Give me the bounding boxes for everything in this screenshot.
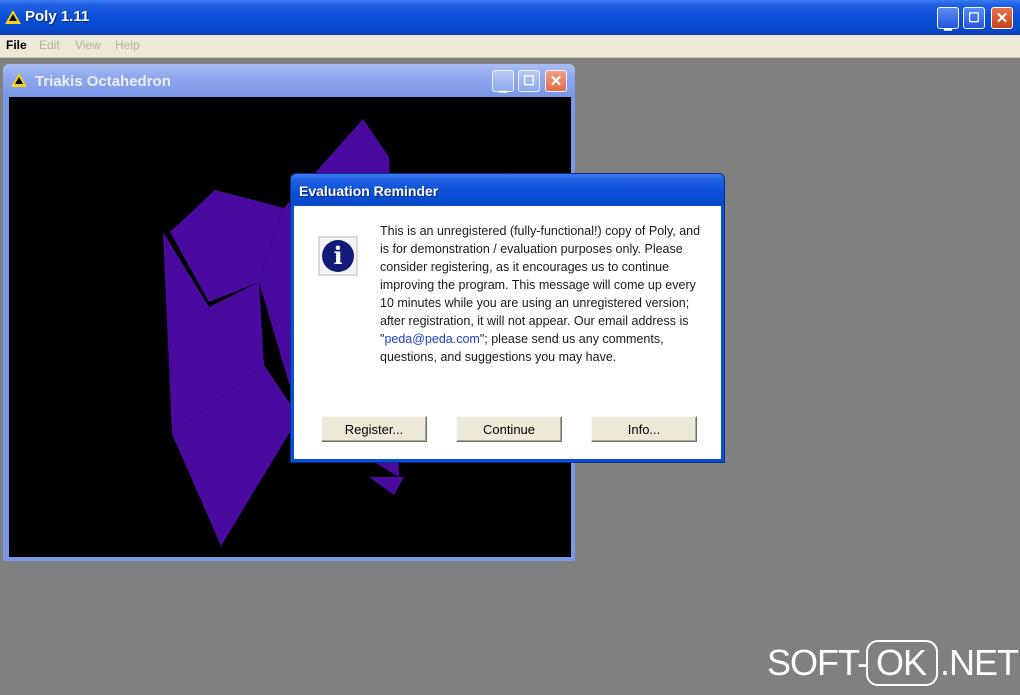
- watermark-right: .NET: [940, 642, 1019, 683]
- dialog-body: i This is an unregistered (fully-functio…: [294, 206, 721, 459]
- child-title: Triakis Octahedron: [35, 73, 171, 90]
- watermark-left: SOFT-: [767, 642, 869, 683]
- child-close-button[interactable]: ✕: [545, 70, 567, 92]
- child-minimize-button[interactable]: ▁: [492, 70, 514, 93]
- email-link[interactable]: peda@peda.com: [384, 332, 479, 346]
- menu-help[interactable]: Help: [115, 38, 140, 52]
- continue-button[interactable]: Continue: [456, 416, 562, 442]
- dialog-message: This is an unregistered (fully-functiona…: [380, 222, 710, 366]
- watermark-box: OK: [866, 640, 938, 686]
- register-button[interactable]: Register...: [321, 416, 427, 442]
- dialog-titlebar[interactable]: Evaluation Reminder: [291, 174, 724, 205]
- child-triangle-icon: [11, 73, 27, 87]
- message-part-1: This is an unregistered (fully-functiona…: [380, 224, 701, 346]
- close-icon: ✕: [995, 10, 1009, 27]
- child-maximize-button[interactable]: ☐: [518, 70, 540, 92]
- app-maximize-button[interactable]: ☐: [963, 7, 985, 29]
- info-button[interactable]: Info...: [591, 416, 697, 442]
- maximize-icon: ☐: [968, 10, 980, 25]
- menu-file[interactable]: File: [6, 38, 27, 52]
- minimize-icon: ▁: [499, 82, 507, 93]
- menu-view[interactable]: View: [75, 38, 101, 52]
- child-titlebar[interactable]: Triakis Octahedron ▁ ☐ ✕: [3, 64, 575, 96]
- app-titlebar[interactable]: Poly 1.11 ▁ ☐ ✕: [0, 0, 1020, 36]
- minimize-icon: ▁: [944, 20, 952, 31]
- menu-bar: File Edit View Help: [0, 35, 1020, 58]
- app-close-button[interactable]: ✕: [991, 7, 1013, 29]
- dialog-title: Evaluation Reminder: [299, 183, 439, 199]
- app-title: Poly 1.11: [25, 8, 90, 25]
- app-minimize-button[interactable]: ▁: [937, 7, 959, 31]
- watermark-boxed: OK: [876, 642, 927, 683]
- menu-edit[interactable]: Edit: [39, 38, 60, 52]
- close-icon: ✕: [549, 73, 563, 90]
- info-icon: i: [318, 236, 358, 276]
- maximize-icon: ☐: [523, 73, 535, 88]
- evaluation-dialog: Evaluation Reminder i This is an unregis…: [290, 173, 725, 463]
- app-triangle-icon: [5, 10, 21, 24]
